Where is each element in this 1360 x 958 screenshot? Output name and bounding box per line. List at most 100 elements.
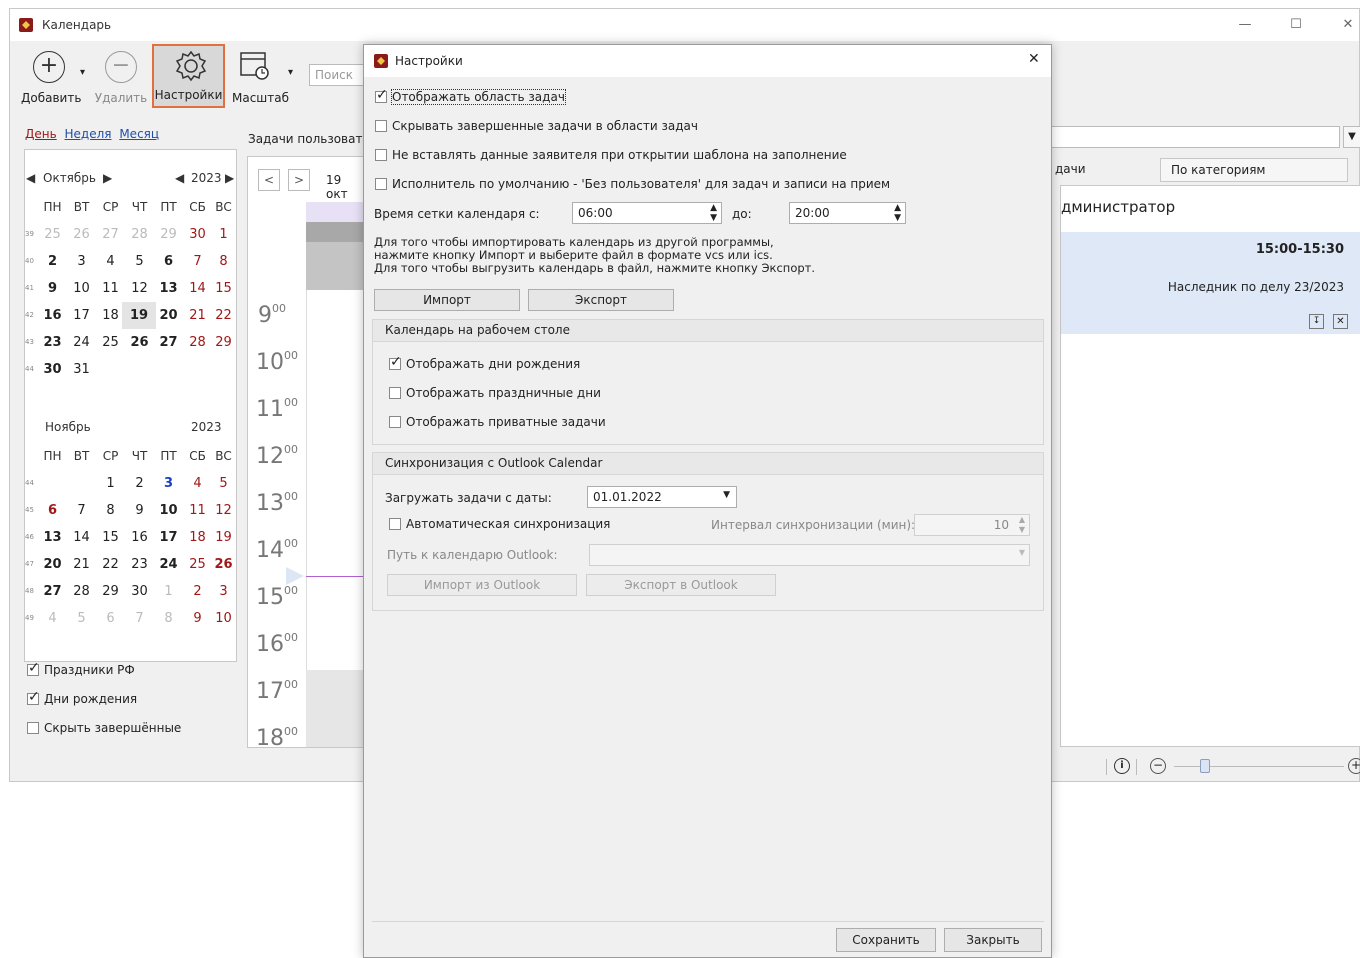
weekday-row: ПН ВТ СР ЧТ ПТ СБ ВС: [25, 443, 238, 470]
import-outlook-button[interactable]: Импорт из Outlook: [387, 574, 577, 596]
load-from-label: Загружать задачи с даты:: [385, 491, 552, 505]
gear-icon: [175, 50, 207, 82]
task-card[interactable]: 15:00-15:30 Наследник по делу 23/2023 ↧ …: [1061, 232, 1360, 334]
view-day-link[interactable]: День: [25, 127, 57, 141]
import-info-text: Для того чтобы импортировать календарь и…: [374, 236, 815, 275]
filter-combobox[interactable]: [1050, 126, 1340, 148]
add-button[interactable]: + ▾ Добавить: [13, 47, 85, 109]
show-tasks-checkbox[interactable]: Отображать область задач: [375, 87, 566, 105]
week-row: 39 25 26 27 28 29 30 1: [25, 227, 228, 242]
week-row: 44 30 31: [25, 362, 90, 377]
app-icon: [19, 18, 33, 32]
hide-done-tasks-label: Скрывать завершенные задачи в области за…: [392, 119, 698, 133]
zoom-out-icon[interactable]: −: [1150, 758, 1166, 774]
desktop-group-header: Календарь на рабочем столе: [373, 320, 1043, 342]
week-row: 41 9 10 11 12 13 14 15: [25, 281, 232, 296]
hour-label: 1100: [256, 396, 298, 422]
chevron-down-icon[interactable]: ▾: [288, 67, 293, 78]
off-hours-block: [306, 670, 364, 747]
next-day-icon[interactable]: >: [288, 169, 310, 191]
minimize-icon[interactable]: —: [1235, 15, 1255, 35]
weekday-label: ПТ: [160, 449, 177, 463]
holidays-checkbox[interactable]: Праздники РФ: [27, 660, 135, 677]
auto-sync-checkbox[interactable]: Автоматическая синхронизация: [389, 517, 610, 531]
grid-from-input[interactable]: 06:00 ▲ ▼: [572, 202, 722, 224]
show-birthdays-checkbox[interactable]: Отображать дни рождения: [389, 354, 581, 371]
no-applicant-checkbox[interactable]: Не вставлять данные заявителя при открыт…: [375, 148, 847, 162]
show-birthdays-label: Отображать дни рождения: [406, 357, 581, 371]
spinner-icon[interactable]: ▲ ▼: [710, 203, 717, 223]
hide-done-checkbox[interactable]: Скрыть завершённые: [27, 721, 181, 735]
october-grid: ПН ВТ СР ЧТ ПТ СБ ВС 39 25 26 27 28 29 30 1 40 2…: [25, 194, 238, 383]
mini-calendar: ◀ Октябрь ▶ ◀ 2023 ▶ ПН ВТ СР ЧТ ПТ СБ В…: [24, 149, 237, 662]
scale-label: Масштаб: [232, 91, 290, 105]
task-title: Наследник по делу 23/2023: [1167, 280, 1344, 294]
view-month-link[interactable]: Месяц: [119, 127, 159, 141]
show-private-label: Отображать приватные задачи: [406, 415, 606, 429]
prev-day-icon[interactable]: <: [258, 169, 280, 191]
spinner-icon[interactable]: ▲ ▼: [894, 203, 901, 223]
day-view: < > 19 окт 900 1000 1100 1200 1300 1400 …: [247, 156, 365, 748]
day-column-header: [306, 202, 364, 222]
holidays-label: Праздники РФ: [44, 663, 135, 677]
maximize-icon[interactable]: ☐: [1286, 15, 1306, 35]
footer-divider: [372, 921, 1044, 922]
zoom-in-icon[interactable]: +: [1348, 758, 1360, 774]
load-from-date[interactable]: 01.01.2022 ▼: [587, 486, 737, 508]
search-input[interactable]: Поиск: [309, 64, 369, 86]
calendar-clock-icon: [240, 52, 269, 80]
task-panel: дминистратор 15:00-15:30 Наследник по де…: [1060, 185, 1360, 747]
interval-input[interactable]: 10 ▲ ▼: [914, 514, 1030, 536]
off-hours-block: [306, 222, 364, 242]
spinner-icon[interactable]: ▲ ▼: [1019, 515, 1025, 535]
grid-from-value: 06:00: [578, 206, 613, 220]
export-button[interactable]: Экспорт: [528, 289, 674, 311]
no-applicant-label: Не вставлять данные заявителя при открыт…: [392, 148, 847, 162]
auto-sync-label: Автоматическая синхронизация: [406, 517, 611, 531]
hour-label: 1800: [256, 725, 298, 748]
tab-categories[interactable]: По категориям: [1160, 158, 1348, 182]
prev-year-icon[interactable]: ◀: [175, 171, 184, 185]
grid-to-input[interactable]: 20:00 ▲ ▼: [789, 202, 906, 224]
grid-from-label: Время сетки календаря с:: [374, 207, 540, 221]
view-week-link[interactable]: Неделя: [65, 127, 112, 141]
next-year-icon[interactable]: ▶: [225, 171, 234, 185]
outlook-path-select[interactable]: ▼: [589, 544, 1030, 566]
tab-tasks[interactable]: дачи: [1050, 159, 1160, 183]
hide-done-tasks-checkbox[interactable]: Скрывать завершенные задачи в области за…: [375, 119, 698, 133]
hide-done-label: Скрыть завершённые: [44, 721, 182, 735]
work-hours-area[interactable]: [306, 290, 364, 670]
delete-task-icon[interactable]: ✕: [1333, 314, 1348, 329]
chevron-down-icon[interactable]: ▼: [1019, 548, 1025, 557]
birthdays-checkbox[interactable]: Дни рождения: [27, 689, 137, 706]
weekday-label: ВС: [215, 449, 232, 463]
delete-button[interactable]: − Удалить: [93, 47, 149, 109]
info-icon[interactable]: i: [1114, 758, 1130, 774]
open-task-icon[interactable]: ↧: [1309, 314, 1324, 329]
add-label: Добавить: [21, 91, 82, 105]
close-button[interactable]: Закрыть: [944, 928, 1042, 952]
close-icon[interactable]: ✕: [1338, 15, 1358, 35]
scale-button[interactable]: ▾ Масштаб: [230, 47, 296, 109]
interval-label: Интервал синхронизации (мин):: [711, 518, 916, 532]
weekday-label: СР: [102, 449, 119, 463]
next-month-icon[interactable]: ▶: [103, 171, 112, 185]
close-icon[interactable]: ✕: [1028, 51, 1040, 67]
chevron-down-icon[interactable]: ▼: [723, 490, 730, 500]
chevron-down-icon[interactable]: ▾: [80, 67, 85, 78]
zoom-slider-thumb[interactable]: [1200, 759, 1210, 773]
export-outlook-button[interactable]: Экспорт в Outlook: [586, 574, 776, 596]
current-time-marker: [286, 567, 304, 585]
chevron-down-icon[interactable]: ▼: [1343, 126, 1360, 148]
outlook-path-label: Путь к календарю Outlook:: [387, 548, 558, 562]
app-icon: [374, 54, 388, 68]
settings-button[interactable]: Настройки: [152, 44, 225, 108]
show-holidays-checkbox[interactable]: Отображать праздничные дни: [389, 386, 601, 400]
october-year: 2023: [191, 171, 222, 185]
prev-month-icon[interactable]: ◀: [26, 171, 35, 185]
import-button[interactable]: Импорт: [374, 289, 520, 311]
default-executor-checkbox[interactable]: Исполнитель по умолчанию - 'Без пользова…: [375, 177, 890, 191]
show-private-checkbox[interactable]: Отображать приватные задачи: [389, 415, 606, 429]
tasks-label: Задачи пользовате: [248, 132, 370, 146]
save-button[interactable]: Сохранить: [836, 928, 936, 952]
